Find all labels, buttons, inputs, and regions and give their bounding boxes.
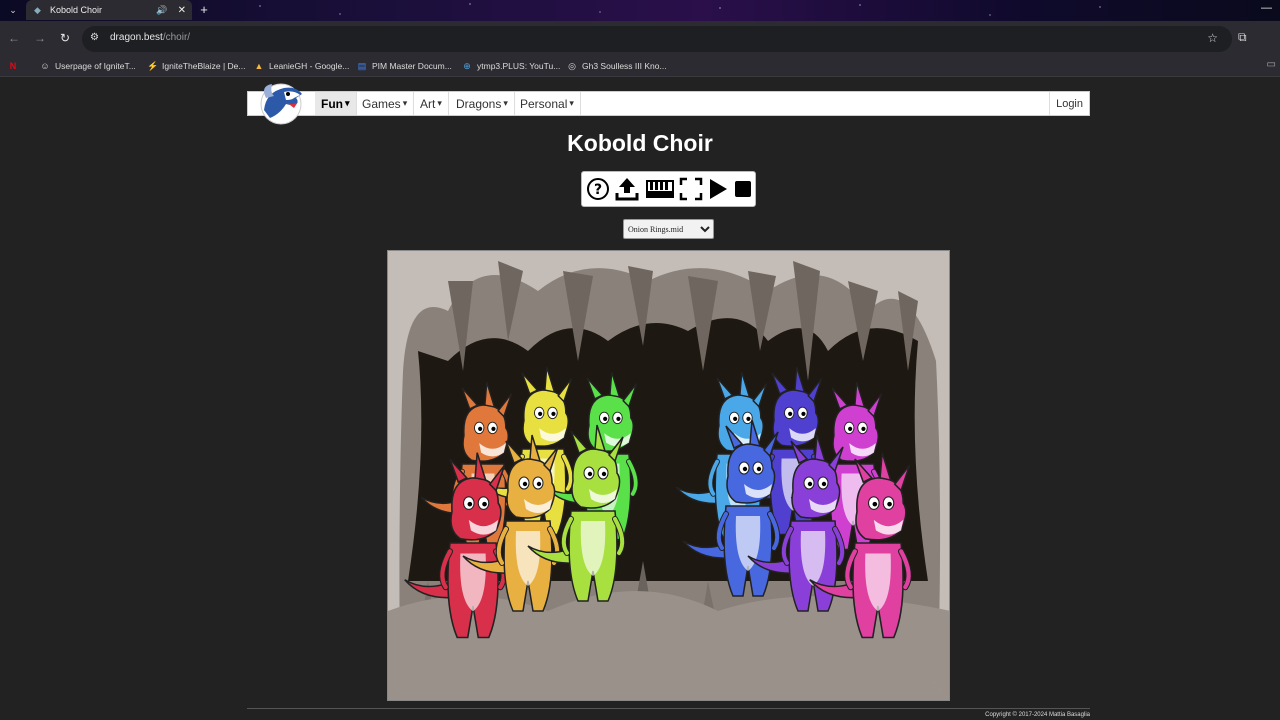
dragon-logo-icon[interactable] [256, 80, 306, 126]
address-url[interactable]: dragon.best/choir/ [110, 32, 190, 43]
nav-games[interactable]: Games ▾ [356, 92, 415, 115]
browser-tab[interactable]: ◆ Kobold Choir 🔊 ✕ [26, 0, 192, 20]
bookmark-item[interactable]: ⚡ IgniteTheBlaize | De... [147, 59, 245, 73]
bookmarks-bar: N ☺ Userpage of IgniteT... ⚡ IgniteTheBlai… [0, 55, 1280, 77]
play-icon[interactable] [705, 175, 731, 203]
nav-fun[interactable]: Fun ▾ [315, 92, 357, 115]
caret-down-icon: ▾ [503, 98, 508, 108]
bookmark-item[interactable]: ☺ Userpage of IgniteT... [40, 59, 135, 73]
keyboard-icon[interactable] [645, 175, 675, 203]
tab-search-icon[interactable]: ⌄ [6, 3, 20, 17]
bookmark-item[interactable]: ⊕ ytmp3.PLUS: YouTu... [462, 59, 560, 73]
globe-icon: ◎ [568, 61, 576, 71]
bookmark-item[interactable]: ▤ PIM Master Docum... [357, 59, 452, 73]
extensions-icon[interactable]: ⧉ [1238, 30, 1247, 45]
caret-down-icon: ▾ [569, 98, 574, 108]
browser-toolbar: ← → ↻ ⚙ dragon.best/choir/ ☆ ⧉ [0, 21, 1280, 55]
login-link[interactable]: Login [1049, 92, 1089, 115]
player-controls: ? [581, 171, 756, 207]
doc-icon: ▤ [357, 61, 367, 71]
nav-art[interactable]: Art ▾ [414, 92, 449, 115]
bookmark-star-icon[interactable]: ☆ [1207, 31, 1218, 45]
netflix-icon[interactable]: N [8, 59, 23, 73]
web-page: Fun ▾ Games ▾ Art ▾ Dragons ▾ Personal ▾ Logi… [0, 78, 1280, 720]
bookmark-item[interactable]: ◎ Gh3 Soulless III Kno... [567, 59, 667, 73]
upload-icon[interactable] [614, 175, 640, 203]
stop-icon[interactable] [730, 175, 756, 203]
song-select[interactable]: Onion Rings.mid [623, 219, 714, 239]
caret-down-icon: ▾ [437, 98, 442, 108]
browser-tab-strip: ⌄ ◆ Kobold Choir 🔊 ✕ + — [0, 0, 1280, 21]
site-navbar: Fun ▾ Games ▾ Art ▾ Dragons ▾ Personal ▾ Logi… [247, 83, 1090, 125]
google-drive-icon: ▲ [254, 61, 264, 71]
download-icon: ⊕ [463, 61, 471, 71]
fullscreen-icon[interactable] [678, 175, 704, 203]
footer-divider [247, 708, 1090, 709]
user-icon: ☺ [40, 61, 50, 71]
cave-background [388, 251, 949, 700]
site-settings-icon[interactable]: ⚙ [90, 32, 102, 44]
close-tab-icon[interactable]: ✕ [178, 5, 186, 16]
fullscreen-hint-icon[interactable]: ⛶ [933, 681, 941, 694]
reload-icon[interactable]: ↻ [57, 30, 73, 46]
kobold-choir-stage[interactable]: ⛶ [387, 250, 950, 701]
bookmark-item[interactable]: ▲ LeanieGH - Google... [254, 59, 350, 73]
page-title: Kobold Choir [567, 130, 713, 156]
dragon-favicon-icon: ◆ [34, 5, 41, 15]
minimize-window-icon[interactable]: — [1261, 2, 1272, 14]
tab-title: Kobold Choir [50, 5, 103, 15]
deviantart-icon: ⚡ [147, 61, 159, 71]
svg-text:?: ? [594, 182, 602, 198]
address-bar[interactable]: ⚙ dragon.best/choir/ ☆ [82, 26, 1232, 52]
nav-dragons[interactable]: Dragons ▾ [450, 92, 515, 115]
new-tab-button[interactable]: + [196, 2, 212, 18]
help-icon[interactable]: ? [585, 175, 611, 203]
speaker-icon[interactable]: 🔊 [156, 5, 167, 16]
back-arrow-icon[interactable]: ← [6, 30, 22, 46]
copyright-text: Copyright © 2017-2024 Mattia Basaglia [985, 712, 1090, 718]
nav-personal[interactable]: Personal ▾ [514, 92, 581, 115]
caret-down-icon: ▾ [345, 98, 350, 108]
all-bookmarks-folder-icon[interactable]: ▭ [1267, 59, 1276, 70]
forward-arrow-icon[interactable]: → [32, 30, 48, 46]
caret-down-icon: ▾ [402, 98, 408, 108]
